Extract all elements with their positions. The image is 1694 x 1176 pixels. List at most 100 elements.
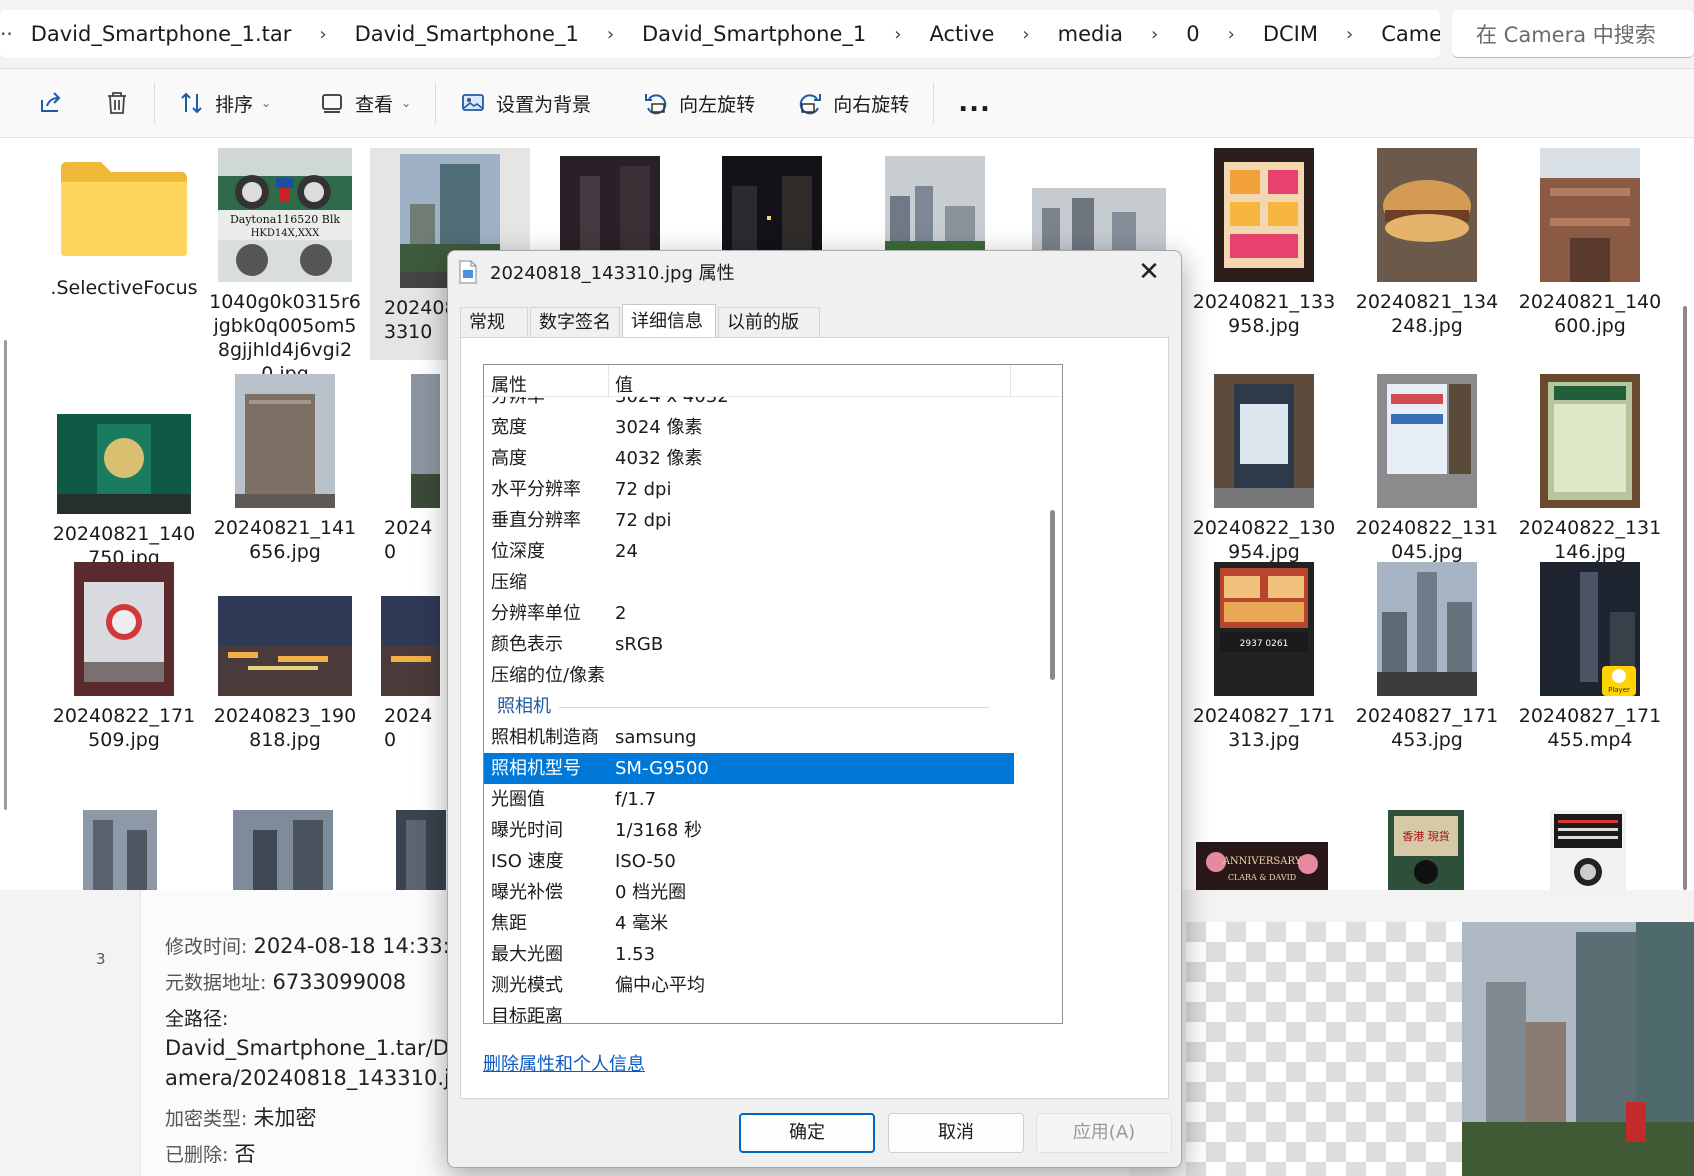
chevron-right-icon[interactable]: › (593, 24, 628, 45)
property-value: samsung (615, 727, 697, 748)
list-scrollbar-track[interactable] (1044, 365, 1062, 1023)
property-row[interactable]: 垂直分辨率 72 dpi (484, 505, 1014, 536)
breadcrumb-item-dcim[interactable]: DCIM (1249, 22, 1332, 46)
ok-button[interactable]: 确定 (739, 1113, 875, 1153)
thumbnail-caption-2: HKD14X,XXX (251, 228, 320, 239)
full-path-line-1: David_Smartphone_1.tar/Da (165, 1036, 462, 1060)
property-row[interactable]: 压缩 (484, 567, 1014, 598)
property-name: 照相机型号 (491, 758, 581, 779)
column-divider[interactable] (608, 365, 609, 397)
property-row[interactable]: 水平分辨率 72 dpi (484, 474, 1014, 505)
delete-button[interactable] (90, 81, 144, 125)
breadcrumb-item-root[interactable]: David_Smartphone_1 (341, 22, 593, 46)
property-row[interactable]: 位深度 24 (484, 536, 1014, 567)
file-item[interactable]: 20240822_131045.jpg (1347, 374, 1507, 564)
search-input[interactable]: 在 Camera 中搜索 (1452, 10, 1694, 58)
property-row[interactable]: 分辨率单位 2 (484, 598, 1014, 629)
file-item[interactable]: 20240821_140600.jpg (1510, 148, 1670, 338)
property-row[interactable]: 焦距 4 毫米 (484, 908, 1014, 939)
file-item-folder[interactable]: .SelectiveFocus (44, 148, 204, 368)
property-row[interactable]: 测光模式 偏中心平均 (484, 970, 1014, 1001)
breadcrumb-item-tar[interactable]: David_Smartphone_1.tar (17, 22, 306, 46)
property-row[interactable]: ISO 速度 ISO-50 (484, 846, 1014, 877)
chevron-right-icon[interactable]: › (1214, 24, 1249, 45)
property-row[interactable]: 高度 4032 像素 (484, 443, 1014, 474)
chevron-right-icon[interactable]: › (880, 24, 915, 45)
column-header-value[interactable]: 值 (615, 371, 633, 397)
property-row[interactable]: 最大光圈 1.53 (484, 939, 1014, 970)
metadata-address-label: 元数据地址: (165, 972, 267, 994)
property-row[interactable]: 宽度 3024 像素 (484, 412, 1014, 443)
tab-details[interactable]: 详细信息 (622, 304, 716, 337)
share-button[interactable] (24, 81, 78, 125)
command-bar: 排序 ⌄ 查看 ⌄ 设置为背景 向左旋转 向右旋转 ... (0, 68, 1694, 138)
breadcrumb: ·· David_Smartphone_1.tar › David_Smartph… (0, 10, 1440, 58)
list-scrollbar-thumb[interactable] (1050, 510, 1055, 680)
property-row[interactable]: 照相机型号 SM-G9500 (484, 753, 1014, 784)
full-path-label: 全路径: (165, 1008, 229, 1030)
chevron-right-icon[interactable]: › (1137, 24, 1172, 45)
property-value: SM-G9500 (615, 758, 709, 779)
set-background-button[interactable]: 设置为背景 (446, 81, 605, 125)
property-group-header[interactable]: 照相机 (484, 691, 1014, 722)
property-row[interactable]: 光圈值 f/1.7 (484, 784, 1014, 815)
file-item[interactable]: 20240823_190818.jpg (205, 562, 365, 752)
remove-properties-link[interactable]: 删除属性和个人信息 (483, 1050, 645, 1076)
image-thumbnail (1377, 562, 1477, 696)
overflow-dots[interactable]: ·· (0, 22, 17, 46)
file-item[interactable]: 20240822_130954.jpg (1184, 374, 1344, 564)
file-item[interactable]: Daytona116520 Blk HKD14X,XXX 1040g0k0315… (205, 148, 365, 385)
view-label: 查看 (355, 93, 394, 116)
apply-button[interactable]: 应用(A) (1036, 1113, 1172, 1153)
rotate-left-button[interactable]: 向左旋转 (629, 81, 769, 125)
file-item[interactable]: 20240821_141656.jpg (205, 374, 365, 564)
file-item[interactable]: 20240821_140750.jpg (44, 374, 204, 570)
cancel-button[interactable]: 取消 (888, 1113, 1024, 1153)
property-name: 高度 (491, 448, 527, 469)
scrollbar[interactable] (1683, 306, 1687, 890)
chevron-right-icon[interactable]: › (305, 24, 340, 45)
deleted-row: 已删除: 否 (165, 1138, 255, 1168)
nav-pane-scrollbar[interactable] (4, 340, 7, 810)
image-thumbnail (411, 374, 440, 508)
file-item[interactable]: 20240821_134248.jpg (1347, 148, 1507, 338)
column-divider[interactable] (1010, 365, 1011, 397)
property-row[interactable]: 曝光补偿 0 档光圈 (484, 877, 1014, 908)
file-item[interactable]: 20240822_171509.jpg (44, 562, 204, 752)
chevron-right-icon[interactable]: › (1332, 24, 1367, 45)
property-row[interactable]: 照相机制造商 samsung (484, 722, 1014, 753)
breadcrumb-item-sub[interactable]: David_Smartphone_1 (628, 22, 880, 46)
tab-digital-signature[interactable]: 数字签名 (530, 307, 620, 337)
file-item[interactable]: 20240822_131146.jpg (1510, 374, 1670, 564)
file-item-partial[interactable]: 20240 (370, 562, 440, 752)
tab-general[interactable]: 常规 (460, 307, 528, 337)
column-header-property[interactable]: 属性 (491, 371, 527, 397)
file-item[interactable]: 2937 0261 20240827_171313.jpg (1184, 562, 1344, 752)
file-item[interactable]: 20240821_133958.jpg (1184, 148, 1344, 338)
breadcrumb-item-active[interactable]: Active (915, 22, 1008, 46)
breadcrumb-item-media[interactable]: media (1044, 22, 1137, 46)
property-row[interactable]: 曝光时间 1/3168 秒 (484, 815, 1014, 846)
image-thumbnail (1540, 148, 1640, 282)
sort-button[interactable]: 排序 ⌄ (165, 81, 285, 125)
chevron-right-icon[interactable]: › (1008, 24, 1043, 45)
view-button[interactable]: 查看 ⌄ (305, 81, 425, 125)
file-item[interactable]: 20240827_171453.jpg (1347, 562, 1507, 752)
chevron-down-icon: ⌄ (401, 96, 412, 110)
image-thumbnail (885, 156, 985, 256)
breadcrumb-item-camera[interactable]: Camera (1367, 22, 1440, 46)
close-button[interactable]: ✕ (1135, 259, 1163, 287)
property-row[interactable]: 压缩的位/像素 (484, 660, 1014, 691)
more-options-button[interactable]: ... (944, 81, 1005, 125)
rotate-right-button[interactable]: 向右旋转 (783, 81, 923, 125)
tab-previous-versions[interactable]: 以前的版本 (718, 307, 820, 363)
file-item-partial[interactable]: 20240 (370, 374, 440, 564)
line-number: 3 (96, 950, 106, 968)
file-item[interactable]: Player 20240827_171455.mp4 (1510, 562, 1670, 752)
file-name: 20240822_131146.jpg (1518, 517, 1662, 563)
file-name: 20240827_171453.jpg (1355, 705, 1499, 751)
property-row[interactable]: 颜色表示 sRGB (484, 629, 1014, 660)
breadcrumb-item-0[interactable]: 0 (1172, 22, 1213, 46)
property-row[interactable]: 目标距离 (484, 1001, 1014, 1023)
modified-time-row: 修改时间: 2024-08-18 14:33: (165, 932, 450, 959)
